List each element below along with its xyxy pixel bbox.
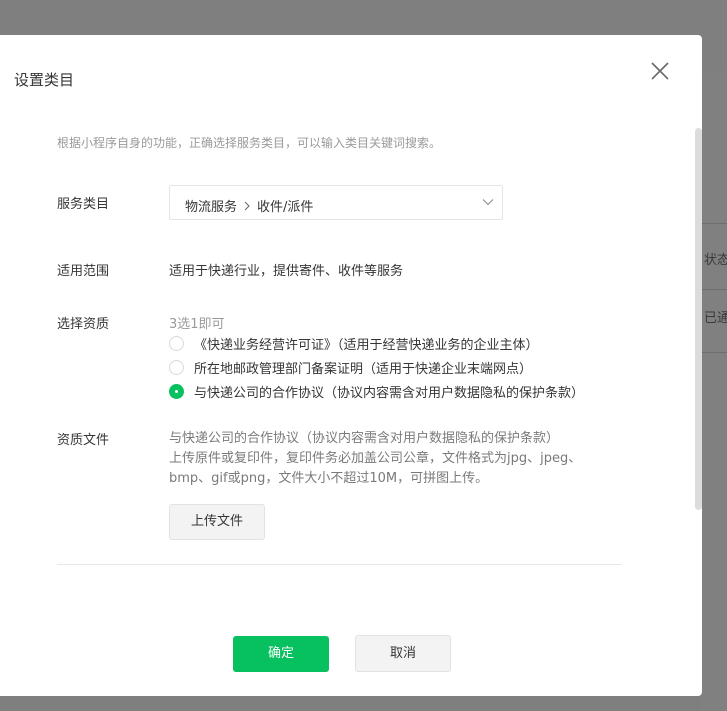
radio-label: 与快递公司的合作协议（协议内容需含对用户数据隐私的保护条款） — [194, 385, 585, 401]
close-icon — [651, 62, 669, 80]
files-label: 资质文件 — [57, 433, 110, 448]
scope-label: 适用范围 — [57, 264, 110, 279]
background-divider — [700, 352, 727, 353]
background-status-value: 已通 — [704, 311, 727, 326]
service-category-label: 服务类目 — [57, 197, 110, 212]
chevron-right-icon — [244, 201, 250, 210]
service-category-value: 物流服务 收件/派件 — [185, 196, 313, 215]
background-divider — [700, 223, 727, 224]
qualification-label: 选择资质 — [57, 317, 110, 332]
files-description-line: 与快递公司的合作协议（协议内容需含对用户数据隐私的保护条款） — [169, 431, 560, 446]
qualification-option-filing[interactable]: 所在地邮政管理部门备案证明（适用于快递企业末端网点） — [169, 358, 533, 377]
background-status-label: 状态 — [704, 253, 727, 268]
qualification-option-license[interactable]: 《快递业务经营许可证》（适用于经营快递业务的企业主体） — [169, 334, 539, 353]
radio-button-checked[interactable] — [169, 383, 184, 399]
background-divider — [700, 289, 727, 290]
confirm-button[interactable]: 确定 — [233, 636, 329, 672]
cancel-button[interactable]: 取消 — [355, 635, 451, 672]
qualification-hint: 3选1即可 — [169, 317, 225, 332]
service-category-select[interactable]: 物流服务 收件/派件 — [169, 185, 503, 220]
files-description: 与快递公司的合作协议（协议内容需含对用户数据隐私的保护条款） 上传原件或复印件，… — [169, 429, 629, 489]
close-button[interactable] — [648, 59, 672, 83]
dialog-title: 设置类目 — [14, 71, 75, 89]
upload-file-button[interactable]: 上传文件 — [169, 504, 265, 540]
scope-value: 适用于快递行业，提供寄件、收件等服务 — [169, 264, 404, 279]
chevron-down-icon — [482, 199, 494, 206]
radio-button[interactable] — [169, 359, 184, 375]
qualification-option-agreement[interactable]: 与快递公司的合作协议（协议内容需含对用户数据隐私的保护条款） — [169, 382, 585, 401]
divider — [57, 564, 622, 565]
background-card — [700, 70, 727, 711]
radio-button[interactable] — [169, 335, 184, 351]
dialog-hint: 根据小程序自身的功能，正确选择服务类目，可以输入类目关键词搜索。 — [57, 136, 442, 150]
files-description-line: bmp、gif或png，文件大小不超过10M，可拼图上传。 — [169, 471, 489, 486]
set-category-dialog: 设置类目 根据小程序自身的功能，正确选择服务类目，可以输入类目关键词搜索。 服务… — [0, 35, 702, 696]
radio-label: 《快递业务经营许可证》（适用于经营快递业务的企业主体） — [194, 337, 539, 353]
dialog-scrollbar[interactable] — [695, 128, 702, 510]
category-level1: 物流服务 — [185, 200, 238, 215]
radio-label: 所在地邮政管理部门备案证明（适用于快递企业末端网点） — [194, 361, 533, 377]
files-description-line: 上传原件或复印件，复印件务必加盖公司公章，文件格式为jpg、jpeg、 — [169, 451, 582, 466]
category-level2: 收件/派件 — [257, 200, 314, 215]
